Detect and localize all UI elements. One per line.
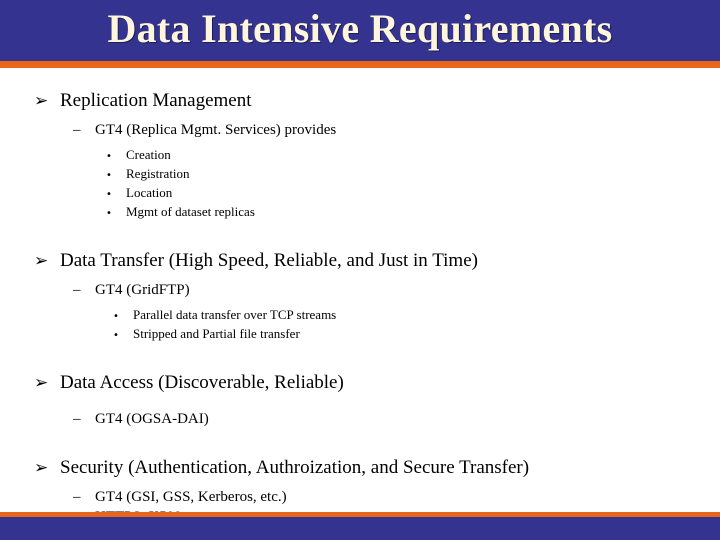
slide: Data Intensive Requirements ➢ Replicatio… [0,0,720,540]
sub-heading: GT4 (OGSA-DAI) [95,411,209,427]
title-accent-rule [0,61,720,68]
dot-bullet-icon: • [106,189,112,200]
bullet-level2: – GT4 (Replica Mgmt. Services) provides [0,120,720,140]
section-heading: Security (Authentication, Authroization,… [60,457,530,478]
content-section-data-transfer: ➢ Data Transfer (High Speed, Reliable, a… [0,248,720,344]
bullet-level3: • Parallel data transfer over TCP stream… [0,306,720,325]
bullet-level2: – GT4 (OGSA-DAI) [0,409,720,429]
bullet-level1: ➢ Security (Authentication, Authroizatio… [0,455,720,481]
bullet-level1: ➢ Replication Management [0,88,720,114]
list-item: Mgmt of dataset replicas [126,204,255,219]
sub-heading: GT4 (GridFTP) [95,282,190,298]
arrow-bullet-icon: ➢ [34,458,49,478]
bullet-level2: – GT4 (GridFTP) [0,280,720,300]
list-item: Stripped and Partial file transfer [133,326,300,341]
bullet-level1: ➢ Data Access (Discoverable, Reliable) [0,370,720,396]
bullet-level3: • Creation [0,146,720,165]
arrow-bullet-icon: ➢ [34,251,49,271]
list-item: Creation [126,147,171,162]
section-heading: Data Access (Discoverable, Reliable) [60,372,344,393]
content-section-data-access: ➢ Data Access (Discoverable, Reliable) –… [0,370,720,429]
bullet-level3: • Mgmt of dataset replicas [0,203,720,222]
content-section-replication: ➢ Replication Management – GT4 (Replica … [0,88,720,222]
dash-bullet-icon: – [73,122,81,138]
page-title: Data Intensive Requirements [107,6,613,51]
dot-bullet-icon: • [113,311,119,322]
bullet-level2: – GT4 (GSI, GSS, Kerberos, etc.) [0,487,720,507]
dash-bullet-icon: – [73,411,81,427]
list-item: Parallel data transfer over TCP streams [133,307,337,322]
slide-content: ➢ Replication Management – GT4 (Replica … [0,68,720,525]
sub-heading: GT4 (GSI, GSS, Kerberos, etc.) [95,489,287,505]
dot-bullet-icon: • [113,330,119,341]
footer-banner [0,517,720,540]
dot-bullet-icon: • [106,170,112,181]
section-heading: Replication Management [60,90,252,111]
dot-bullet-icon: • [106,208,112,219]
bullet-level3: • Stripped and Partial file transfer [0,325,720,344]
dash-bullet-icon: – [73,282,81,298]
list-item: Location [126,185,173,200]
bullet-level3: • Location [0,184,720,203]
bullet-level1: ➢ Data Transfer (High Speed, Reliable, a… [0,248,720,274]
arrow-bullet-icon: ➢ [34,91,49,111]
section-heading: Data Transfer (High Speed, Reliable, and… [60,250,478,271]
sub-heading: GT4 (Replica Mgmt. Services) provides [95,122,337,138]
dot-bullet-icon: • [106,151,112,162]
list-item: Registration [126,166,190,181]
dash-bullet-icon: – [73,489,81,505]
arrow-bullet-icon: ➢ [34,373,49,393]
title-banner: Data Intensive Requirements [0,0,720,61]
bullet-level3: • Registration [0,165,720,184]
